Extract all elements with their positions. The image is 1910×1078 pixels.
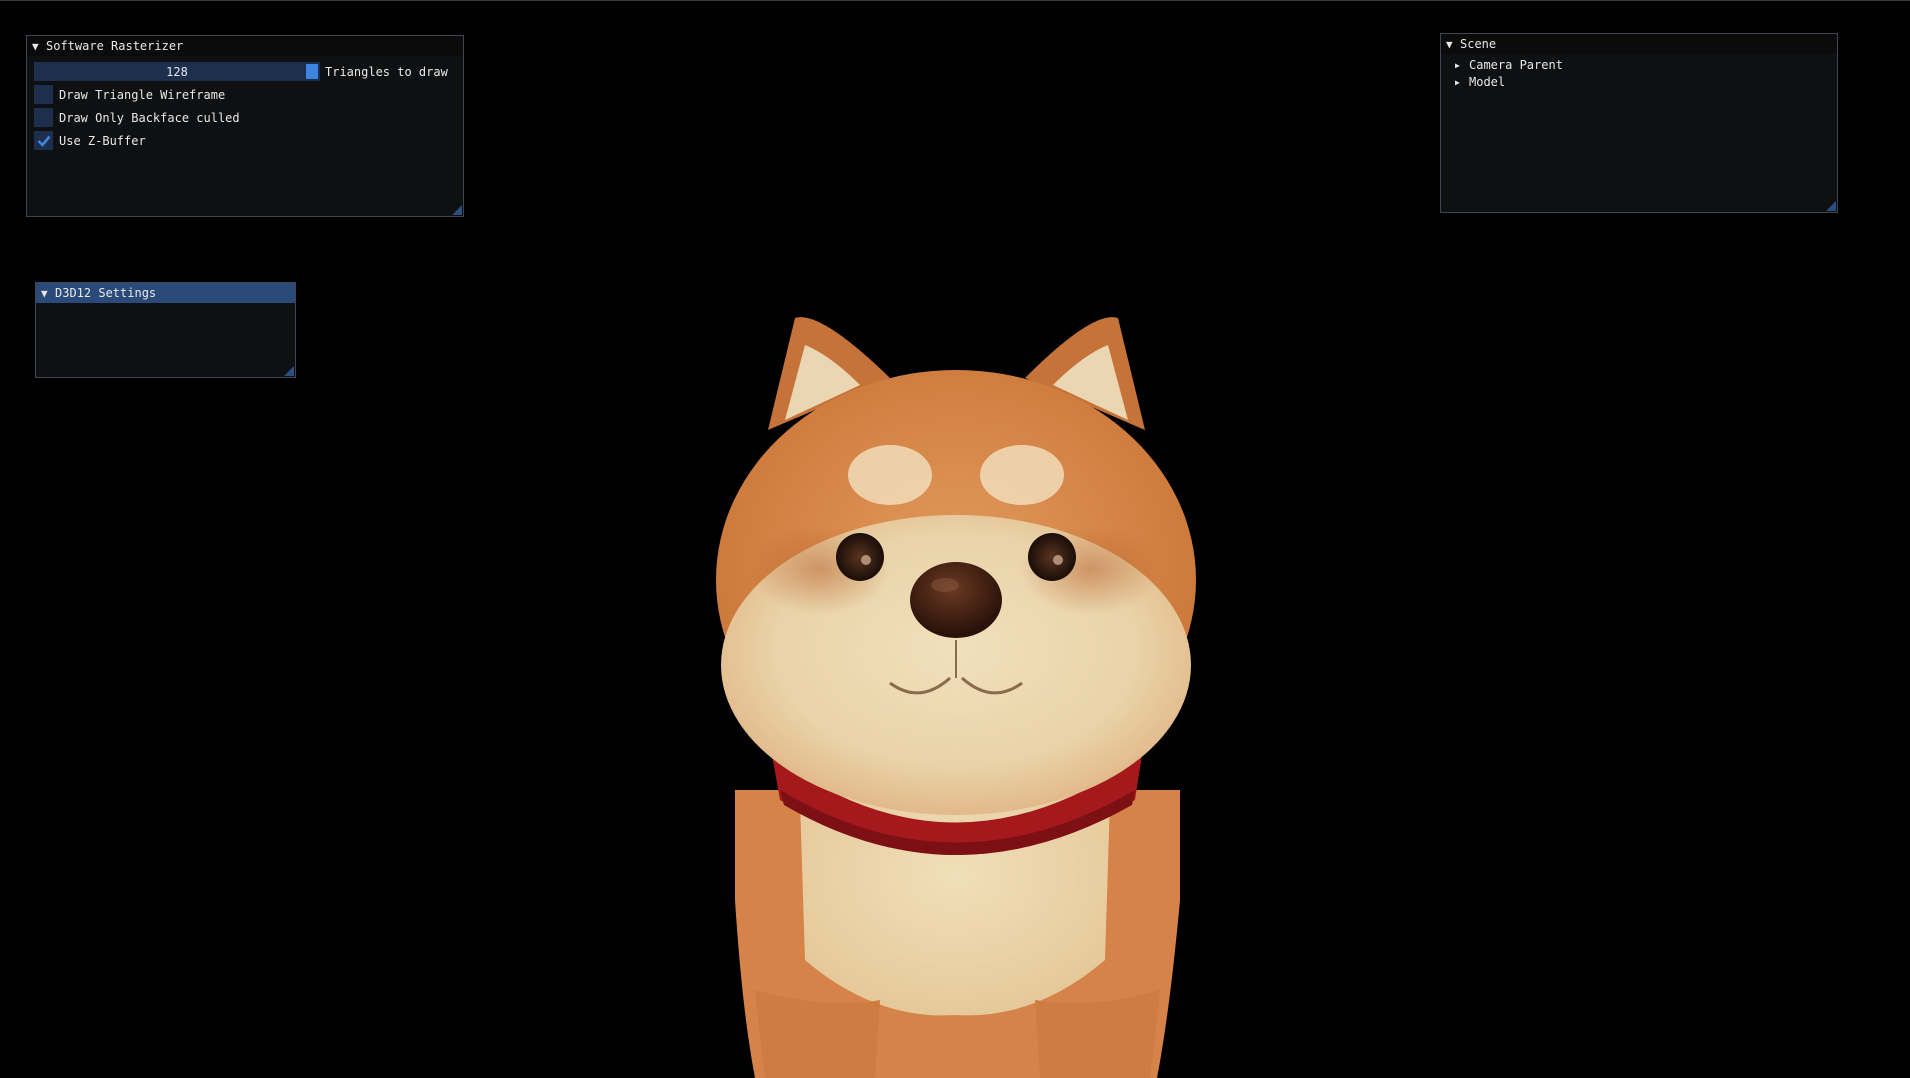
scene-title-bar[interactable]: ▼ Scene [1441, 34, 1837, 54]
checkbox-label: Use Z-Buffer [59, 133, 146, 148]
backface-checkbox[interactable] [34, 108, 53, 127]
render-viewport[interactable]: ▼ Software Rasterizer 128 Triangles to d… [0, 0, 1910, 1078]
tree-node-label: Camera Parent [1469, 58, 1563, 72]
slider-grab-handle[interactable] [306, 64, 318, 79]
d3d12-settings-window[interactable]: ▼ D3D12 Settings [35, 282, 296, 378]
check-icon [37, 135, 51, 147]
scene-window[interactable]: ▼ Scene ▶ Camera Parent ▶ Model [1440, 33, 1838, 213]
tree-node-label: Model [1469, 75, 1506, 89]
checkbox-row-backface[interactable]: Draw Only Backface culled [34, 108, 240, 127]
slider-value: 128 [166, 64, 188, 79]
window-title: Software Rasterizer [46, 39, 184, 53]
resize-grip[interactable] [284, 366, 294, 376]
checkbox-label: Draw Only Backface culled [59, 110, 240, 125]
triangle-down-icon[interactable]: ▼ [41, 287, 55, 300]
window-title: Scene [1460, 37, 1497, 51]
zbuffer-checkbox[interactable] [34, 131, 53, 150]
software-rasterizer-window[interactable]: ▼ Software Rasterizer 128 Triangles to d… [26, 35, 464, 217]
software-rasterizer-title-bar[interactable]: ▼ Software Rasterizer [27, 36, 463, 56]
triangles-slider[interactable]: 128 [34, 62, 320, 81]
triangle-right-icon[interactable]: ▶ [1455, 78, 1469, 87]
tree-node-camera-parent[interactable]: ▶ Camera Parent [1455, 58, 1563, 72]
resize-grip[interactable] [1826, 201, 1836, 211]
slider-label: Triangles to draw [325, 64, 448, 79]
d3d12-settings-title-bar[interactable]: ▼ D3D12 Settings [36, 283, 295, 303]
triangle-down-icon[interactable]: ▼ [32, 40, 46, 53]
window-title: D3D12 Settings [55, 286, 157, 300]
tree-node-model[interactable]: ▶ Model [1455, 75, 1505, 89]
checkbox-row-zbuffer[interactable]: Use Z-Buffer [34, 131, 146, 150]
checkbox-label: Draw Triangle Wireframe [59, 87, 226, 102]
triangles-slider-row: 128 Triangles to draw [34, 62, 448, 81]
wireframe-checkbox[interactable] [34, 85, 53, 104]
triangle-right-icon[interactable]: ▶ [1455, 61, 1469, 70]
checkbox-row-wireframe[interactable]: Draw Triangle Wireframe [34, 85, 225, 104]
triangle-down-icon[interactable]: ▼ [1446, 38, 1460, 51]
resize-grip[interactable] [452, 205, 462, 215]
